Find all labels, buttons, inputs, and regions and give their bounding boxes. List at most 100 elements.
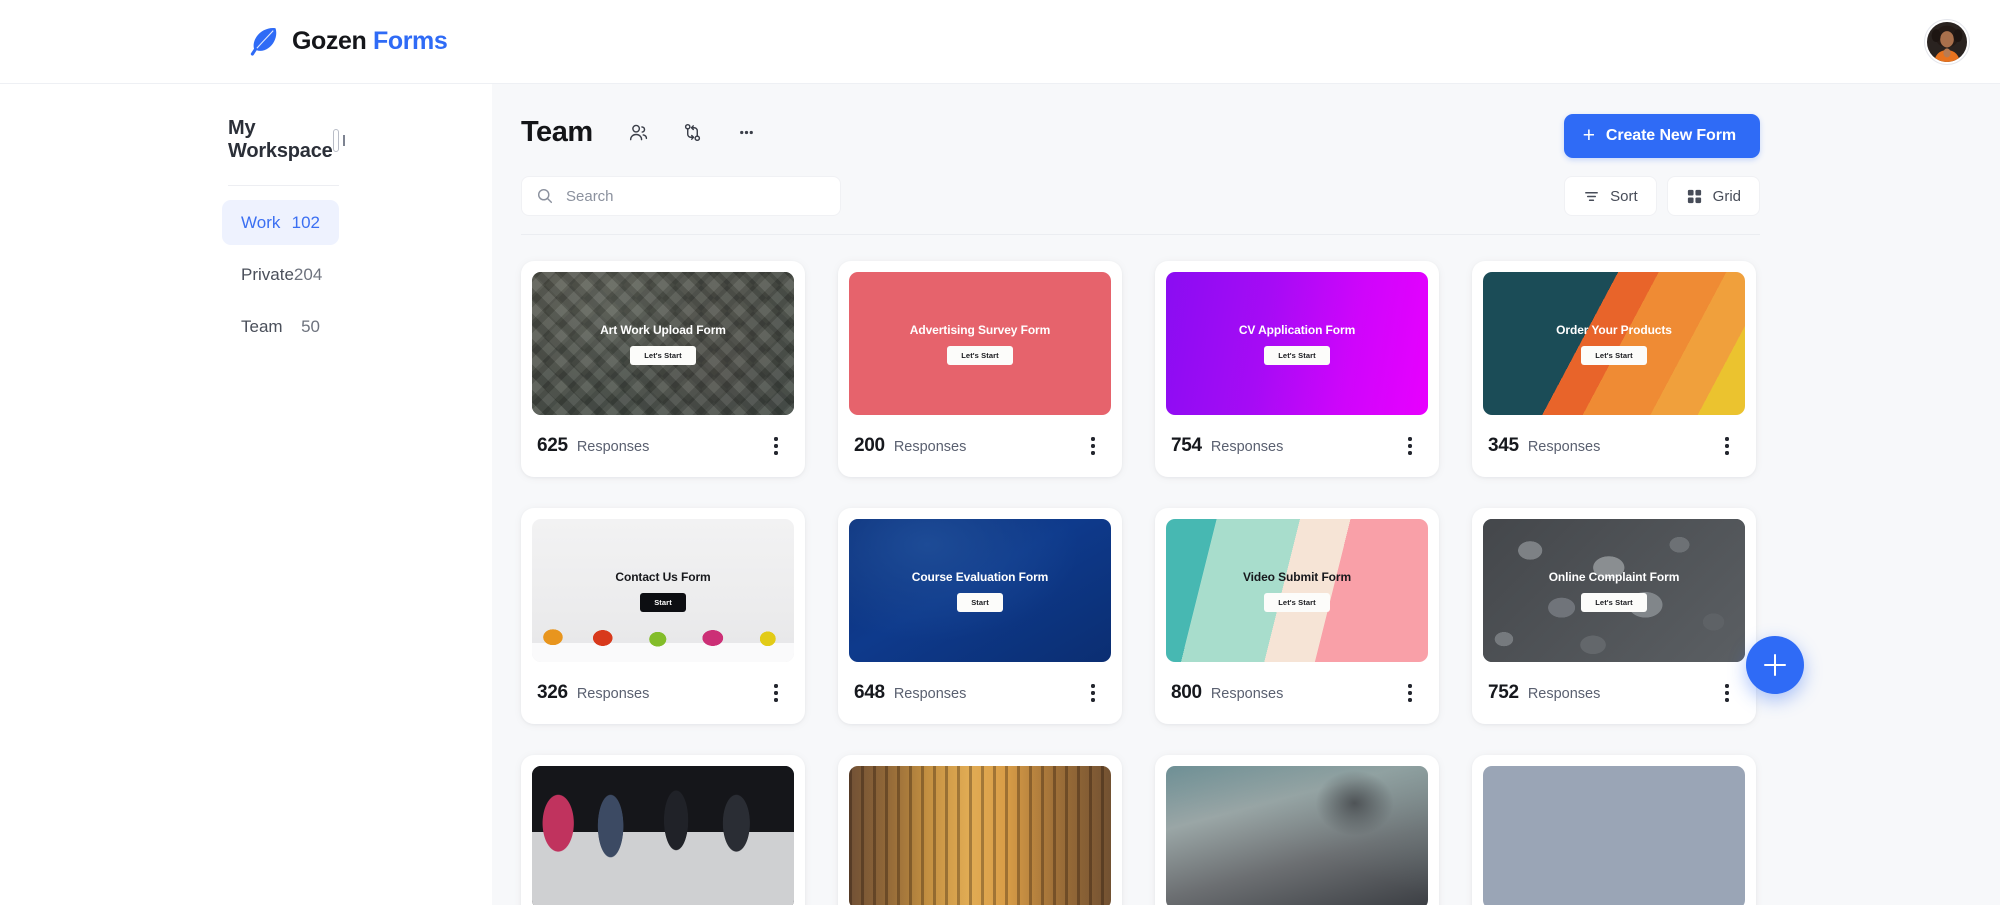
form-start-button[interactable]: Let's Start [947,345,1013,365]
sidebar-item-count: 50 [301,316,320,336]
kebab-menu-icon[interactable] [1081,431,1105,461]
form-start-button[interactable]: Let's Start [1581,345,1647,365]
avatar-image [1927,21,1967,62]
form-thumbnail[interactable]: Order Your Products Let's Start [1483,272,1745,415]
kebab-menu-icon[interactable] [1715,678,1739,708]
form-start-button[interactable]: Let's Start [1581,592,1647,612]
form-card[interactable]: Course Evaluation Form Start 648 Respons… [838,508,1122,724]
kebab-menu-icon[interactable] [1398,678,1422,708]
sidebar-item-work[interactable]: Work 102 [222,200,339,245]
form-title: Online Complaint Form [1548,569,1680,584]
form-thumbnail[interactable] [1166,766,1428,905]
form-thumbnail[interactable] [849,766,1111,905]
form-card[interactable] [838,755,1122,905]
responses-label: Responses [893,686,967,702]
form-thumbnail[interactable] [532,766,794,905]
content-header: Team [492,84,2000,152]
sidebar-item-private[interactable]: Private 204 [222,252,339,297]
responses-label: Responses [576,439,650,455]
card-footer: 345 Responses [1483,415,1745,477]
workspace-nav: Work 102 Private 204 Team 50 [0,200,492,349]
form-thumbnail[interactable]: Art Work Upload Form Let's Start [532,272,794,415]
form-card[interactable]: Order Your Products Let's Start 345 Resp… [1472,261,1756,477]
kebab-menu-icon[interactable] [764,678,788,708]
sort-button[interactable]: Sort [1564,176,1657,216]
add-workspace-button[interactable] [332,128,346,152]
search-icon [537,188,553,204]
sort-label: Sort [1610,187,1638,205]
card-footer: 625 Responses [532,415,794,477]
thumbnail-artwork [532,766,794,905]
form-card[interactable]: Contact Us Form Start 326 Responses [521,508,805,724]
form-thumbnail[interactable]: Contact Us Form Start [532,519,794,662]
brand-text: Gozen Forms [292,27,448,56]
responses-label: Responses [893,439,967,455]
response-count: 625 [537,435,568,456]
sidebar-item-count: 204 [293,264,323,284]
thumbnail-artwork [532,519,794,662]
form-thumbnail[interactable]: Course Evaluation Form Start [849,519,1111,662]
toolbar: Sort Grid [492,152,2000,216]
responses-label: Responses [576,686,650,702]
form-card[interactable]: Art Work Upload Form Let's Start 625 Res… [521,261,805,477]
form-card[interactable] [521,755,805,905]
kebab-menu-icon[interactable] [1398,431,1422,461]
more-horizontal-icon[interactable] [727,112,767,152]
sidebar-item-label: Team [241,316,283,336]
sort-lines-icon [1585,191,1599,201]
thumbnail-artwork [849,766,1111,905]
thumbnail-artwork [849,272,1111,415]
sidebar: My Workspace Work 102 Private 204 Team 5… [0,84,492,905]
response-count: 345 [1488,435,1519,456]
add-form-fab[interactable] [1746,636,1804,694]
page-title: Team [521,115,593,148]
form-title: Order Your Products [1556,322,1672,337]
form-card[interactable]: CV Application Form Let's Start 754 Resp… [1155,261,1439,477]
thumbnail-artwork [1483,272,1745,415]
form-title: Art Work Upload Form [600,322,726,337]
brand-logo[interactable]: Gozen Forms [247,25,448,59]
kebab-menu-icon[interactable] [1715,431,1739,461]
form-thumbnail[interactable]: Video Submit Form Let's Start [1166,519,1428,662]
form-card[interactable] [1155,755,1439,905]
search-input[interactable] [566,187,826,205]
form-card[interactable]: Online Complaint Form Let's Start 752 Re… [1472,508,1756,724]
top-bar: Gozen Forms [0,0,2000,84]
main-content: Team + Create New Form Search Sort Grid … [492,84,2000,905]
form-start-button[interactable]: Let's Start [1264,345,1330,365]
responses-label: Responses [1210,686,1284,702]
response-count: 754 [1171,435,1202,456]
sidebar-item-label: Work [241,212,281,232]
create-new-form-label: Create New Form [1605,127,1736,144]
forms-grid: Art Work Upload Form Let's Start 625 Res… [492,235,2000,905]
responses-label: Responses [1210,439,1284,455]
avatar[interactable] [1925,19,1969,64]
users-icon[interactable] [619,112,659,152]
workspace-title: My Workspace [228,117,333,162]
form-card[interactable] [1472,755,1756,905]
card-footer: 326 Responses [532,662,794,724]
kebab-menu-icon[interactable] [764,431,788,461]
form-start-button[interactable]: Let's Start [630,345,696,365]
sidebar-item-label: Private [241,264,294,284]
share-branch-icon[interactable] [673,112,713,152]
form-thumbnail[interactable] [1483,766,1745,905]
form-start-button[interactable]: Start [957,592,1003,612]
thumbnail-artwork [1166,519,1428,662]
form-start-button[interactable]: Start [640,592,686,612]
thumbnail-artwork [1166,766,1428,905]
form-title: CV Application Form [1238,322,1356,337]
form-thumbnail[interactable]: Online Complaint Form Let's Start [1483,519,1745,662]
thumbnail-artwork [1166,272,1428,415]
form-card[interactable]: Video Submit Form Let's Start 800 Respon… [1155,508,1439,724]
create-new-form-button[interactable]: + Create New Form [1563,114,1760,158]
form-thumbnail[interactable]: CV Application Form Let's Start [1166,272,1428,415]
sidebar-item-team[interactable]: Team 50 [222,304,339,349]
form-thumbnail[interactable]: Advertising Survey Form Let's Start [849,272,1111,415]
kebab-menu-icon[interactable] [1081,678,1105,708]
search-box[interactable] [521,176,841,216]
workspace-header: My Workspace [228,117,346,163]
form-card[interactable]: Advertising Survey Form Let's Start 200 … [838,261,1122,477]
grid-view-button[interactable]: Grid [1666,176,1760,216]
form-start-button[interactable]: Let's Start [1264,592,1330,612]
